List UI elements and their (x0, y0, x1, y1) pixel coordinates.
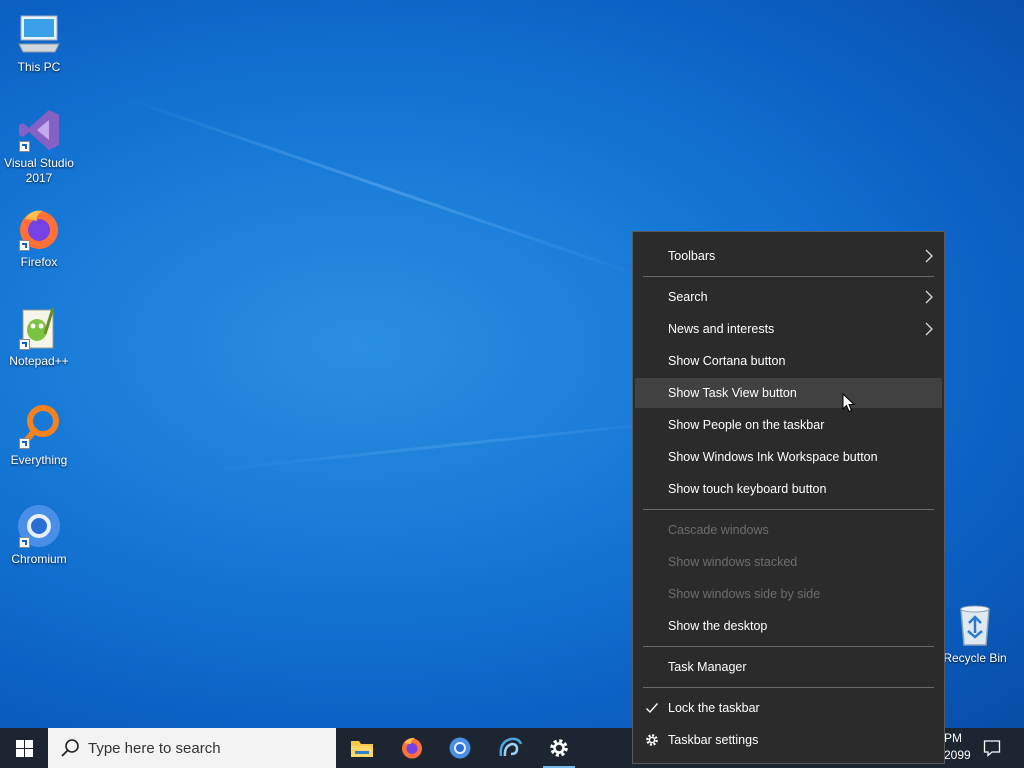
desktop-icon-everything[interactable]: Everything (1, 403, 77, 468)
menu-item-cascade-windows: Cascade windows (668, 523, 769, 537)
wallpaper-ray (119, 95, 650, 281)
chromium-icon (15, 502, 63, 550)
checkmark-icon (646, 703, 659, 714)
menu-separator (643, 646, 934, 647)
shortcut-arrow-icon (19, 537, 30, 548)
shortcut-arrow-icon (19, 438, 30, 449)
notification-icon (983, 740, 1001, 757)
desktop-icon-label: Visual Studio 2017 (4, 156, 74, 185)
desktop-icon-notepadpp[interactable]: Notepad++ (1, 304, 77, 369)
desktop-icon-chromium[interactable]: Chromium (1, 502, 77, 567)
taskbar-app-chromium[interactable] (436, 728, 484, 768)
menu-item-news-and-interests[interactable]: News and interests (635, 314, 942, 344)
taskbar-app-firefox[interactable] (388, 728, 436, 768)
taskbar-context-menu: Toolbars Search News and interests Show … (632, 231, 945, 764)
recycle-bin-icon (951, 601, 999, 649)
menu-item-task-manager[interactable]: Task Manager (635, 652, 942, 682)
menu-item-show-windows-side-by-side: Show windows side by side (668, 587, 821, 601)
clock-date: 2099 (944, 748, 971, 762)
folder-icon (351, 741, 373, 757)
taskbar-clock[interactable]: PM 2099 (944, 730, 971, 764)
computer-icon (15, 10, 63, 58)
taskbar-app-settings[interactable] (535, 728, 583, 768)
firefox-icon (15, 205, 63, 253)
desktop-icon-recycle-bin[interactable]: Recycle Bin (937, 601, 1013, 666)
desktop-icon-label: This PC (17, 60, 61, 74)
search-icon (61, 739, 79, 757)
desktop-icon-this-pc[interactable]: This PC (1, 10, 77, 75)
desktop-icon-label: Recycle Bin (943, 651, 1007, 665)
menu-item-search[interactable]: Search (635, 282, 942, 312)
shortcut-arrow-icon (19, 240, 30, 251)
menu-item-lock-the-taskbar[interactable]: Lock the taskbar (635, 693, 942, 723)
menu-item-show-touch-keyboard[interactable]: Show touch keyboard button (635, 474, 942, 504)
shortcut-arrow-icon (19, 339, 30, 350)
everything-icon (15, 403, 63, 451)
taskbar-app-swirl[interactable] (486, 728, 534, 768)
desktop-icon-visual-studio[interactable]: Visual Studio 2017 (1, 106, 77, 186)
firefox-icon (402, 737, 422, 759)
menu-separator (643, 509, 934, 510)
gear-icon (646, 734, 658, 746)
start-button[interactable] (0, 728, 48, 768)
menu-item-show-windows-stacked: Show windows stacked (668, 555, 798, 569)
visual-studio-icon (15, 106, 63, 154)
menu-item-show-task-view-button[interactable]: Show Task View button (635, 378, 942, 408)
swirl-app-icon (499, 737, 523, 757)
shortcut-arrow-icon (19, 141, 30, 152)
chromium-icon (449, 737, 471, 759)
desktop-icon-label: Firefox (20, 255, 58, 269)
taskbar-search-box[interactable]: Type here to search (48, 728, 336, 768)
menu-item-taskbar-settings[interactable]: Taskbar settings (635, 725, 942, 755)
mouse-cursor-icon (842, 393, 856, 413)
taskbar-app-file-explorer[interactable] (338, 728, 386, 768)
desktop-icon-firefox[interactable]: Firefox (1, 205, 77, 270)
menu-item-toolbars[interactable]: Toolbars (635, 241, 942, 271)
chevron-right-icon (925, 290, 933, 304)
desktop-icon-label: Chromium (11, 552, 67, 566)
menu-separator (643, 687, 934, 688)
action-center-button[interactable] (976, 728, 1008, 768)
search-placeholder: Type here to search (88, 739, 221, 757)
windows-logo-icon (15, 739, 33, 757)
menu-item-show-cortana-button[interactable]: Show Cortana button (635, 346, 942, 376)
menu-item-show-windows-ink[interactable]: Show Windows Ink Workspace button (635, 442, 942, 472)
desktop-icon-label: Everything (10, 453, 68, 467)
chevron-right-icon (925, 322, 933, 336)
desktop-icon-label: Notepad++ (9, 354, 69, 368)
notepadpp-icon (15, 304, 63, 352)
menu-item-show-people[interactable]: Show People on the taskbar (635, 410, 942, 440)
clock-time: PM (944, 731, 962, 745)
menu-separator (643, 276, 934, 277)
menu-item-show-the-desktop[interactable]: Show the desktop (635, 611, 942, 641)
chevron-right-icon (925, 249, 933, 263)
gear-icon (550, 739, 568, 757)
